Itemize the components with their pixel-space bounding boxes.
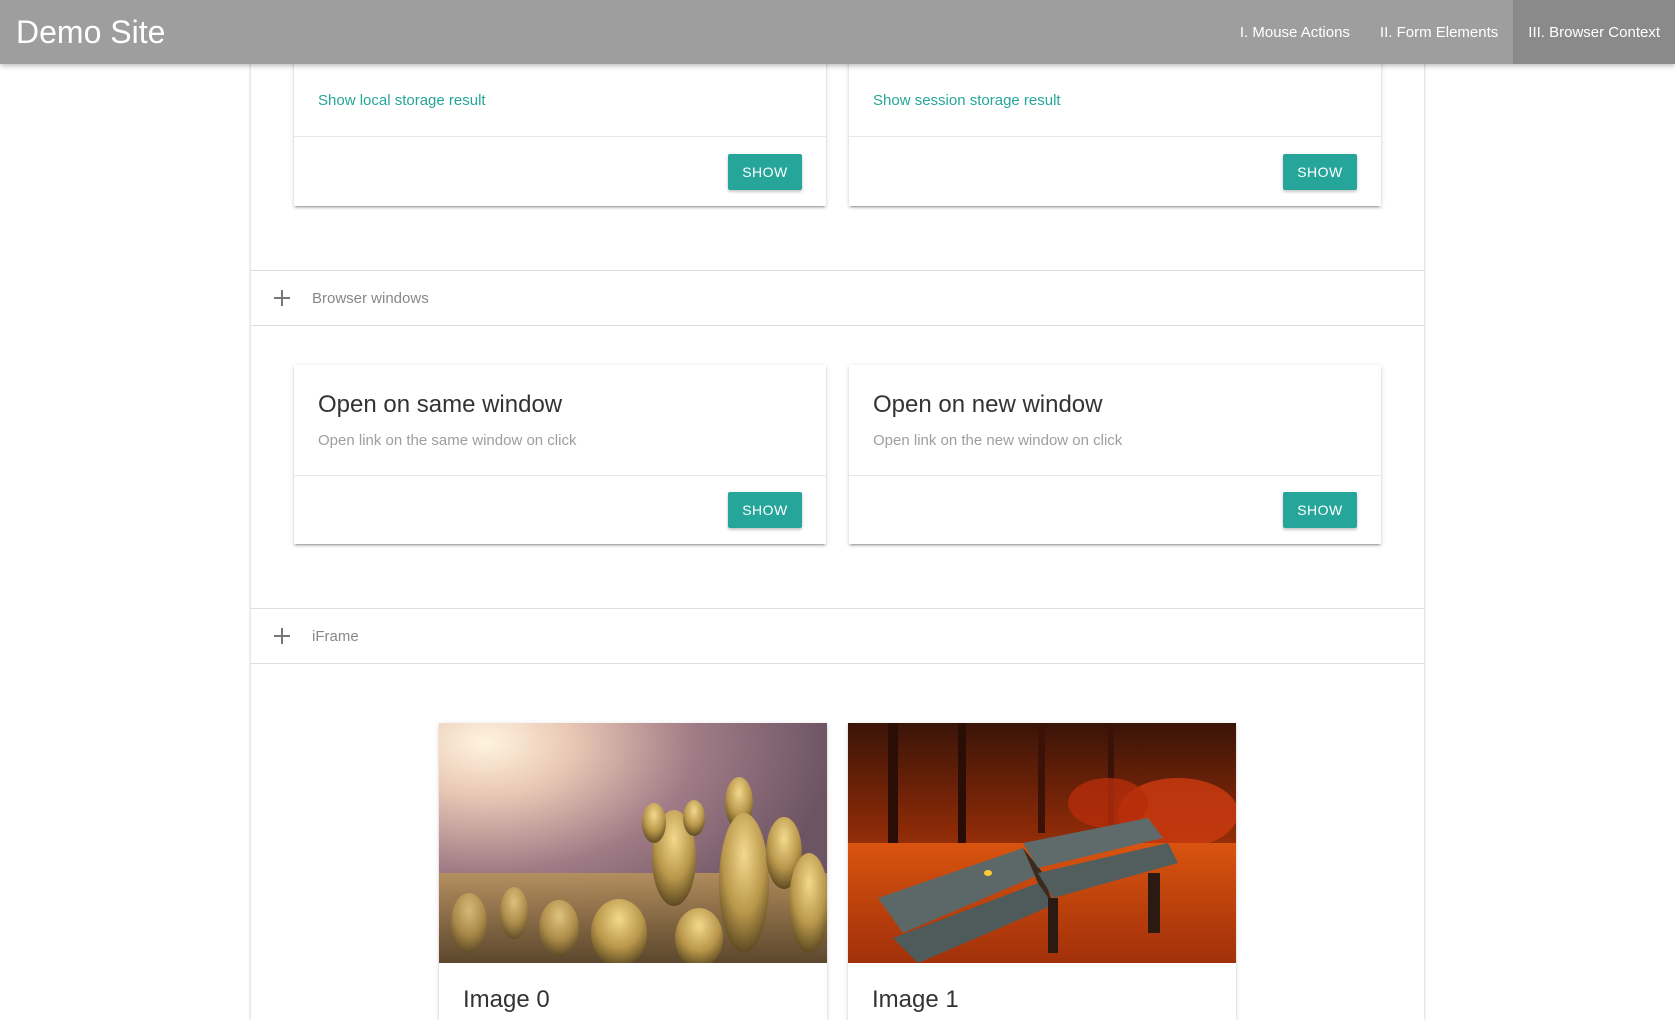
card-divider — [849, 475, 1381, 476]
show-session-storage-button[interactable]: SHOW — [1283, 154, 1357, 190]
autumn-bench-image — [848, 723, 1236, 963]
card-divider — [849, 136, 1381, 137]
nav-links: I. Mouse Actions II. Form Elements III. … — [1225, 0, 1675, 64]
show-new-window-button[interactable]: SHOW — [1283, 492, 1357, 528]
session-storage-result-link[interactable]: Show session storage result — [873, 92, 1061, 109]
top-navbar: Demo Site I. Mouse Actions II. Form Elem… — [0, 0, 1675, 64]
iframe-label: iFrame — [312, 627, 359, 645]
same-window-card: Open on same window Open link on the sam… — [294, 365, 826, 544]
show-same-window-button[interactable]: SHOW — [728, 492, 802, 528]
bench-picture — [848, 723, 1236, 963]
plus-icon — [274, 628, 290, 644]
card-divider — [294, 136, 826, 137]
main-container: Show local storage result SHOW Show sess… — [251, 0, 1424, 1020]
session-storage-card: Show session storage result SHOW — [849, 40, 1381, 206]
nav-form-elements[interactable]: II. Form Elements — [1365, 0, 1513, 64]
card-description: Open link on the same window on click — [318, 432, 577, 449]
image-card-0: Image 0 — [439, 723, 827, 1020]
image-title: Image 1 — [872, 986, 959, 1013]
image-card-1: Image 1 — [848, 723, 1236, 1020]
new-window-card: Open on new window Open link on the new … — [849, 365, 1381, 544]
site-brand[interactable]: Demo Site — [0, 14, 165, 51]
image-title: Image 0 — [463, 986, 550, 1013]
iframe-header[interactable]: iFrame — [251, 608, 1424, 664]
card-description: Open link on the new window on click — [873, 432, 1123, 449]
cactus-image — [439, 723, 827, 963]
local-storage-result-link[interactable]: Show local storage result — [318, 92, 486, 109]
plus-icon — [274, 290, 290, 306]
show-local-storage-button[interactable]: SHOW — [728, 154, 802, 190]
cactus-picture — [439, 723, 827, 963]
local-storage-card: Show local storage result SHOW — [294, 40, 826, 206]
card-title: Open on same window — [318, 391, 563, 418]
card-title: Open on new window — [873, 391, 1103, 418]
browser-windows-label: Browser windows — [312, 289, 429, 307]
nav-browser-context[interactable]: III. Browser Context — [1513, 0, 1675, 64]
card-divider — [294, 475, 826, 476]
browser-windows-header[interactable]: Browser windows — [251, 270, 1424, 326]
nav-mouse-actions[interactable]: I. Mouse Actions — [1225, 0, 1365, 64]
